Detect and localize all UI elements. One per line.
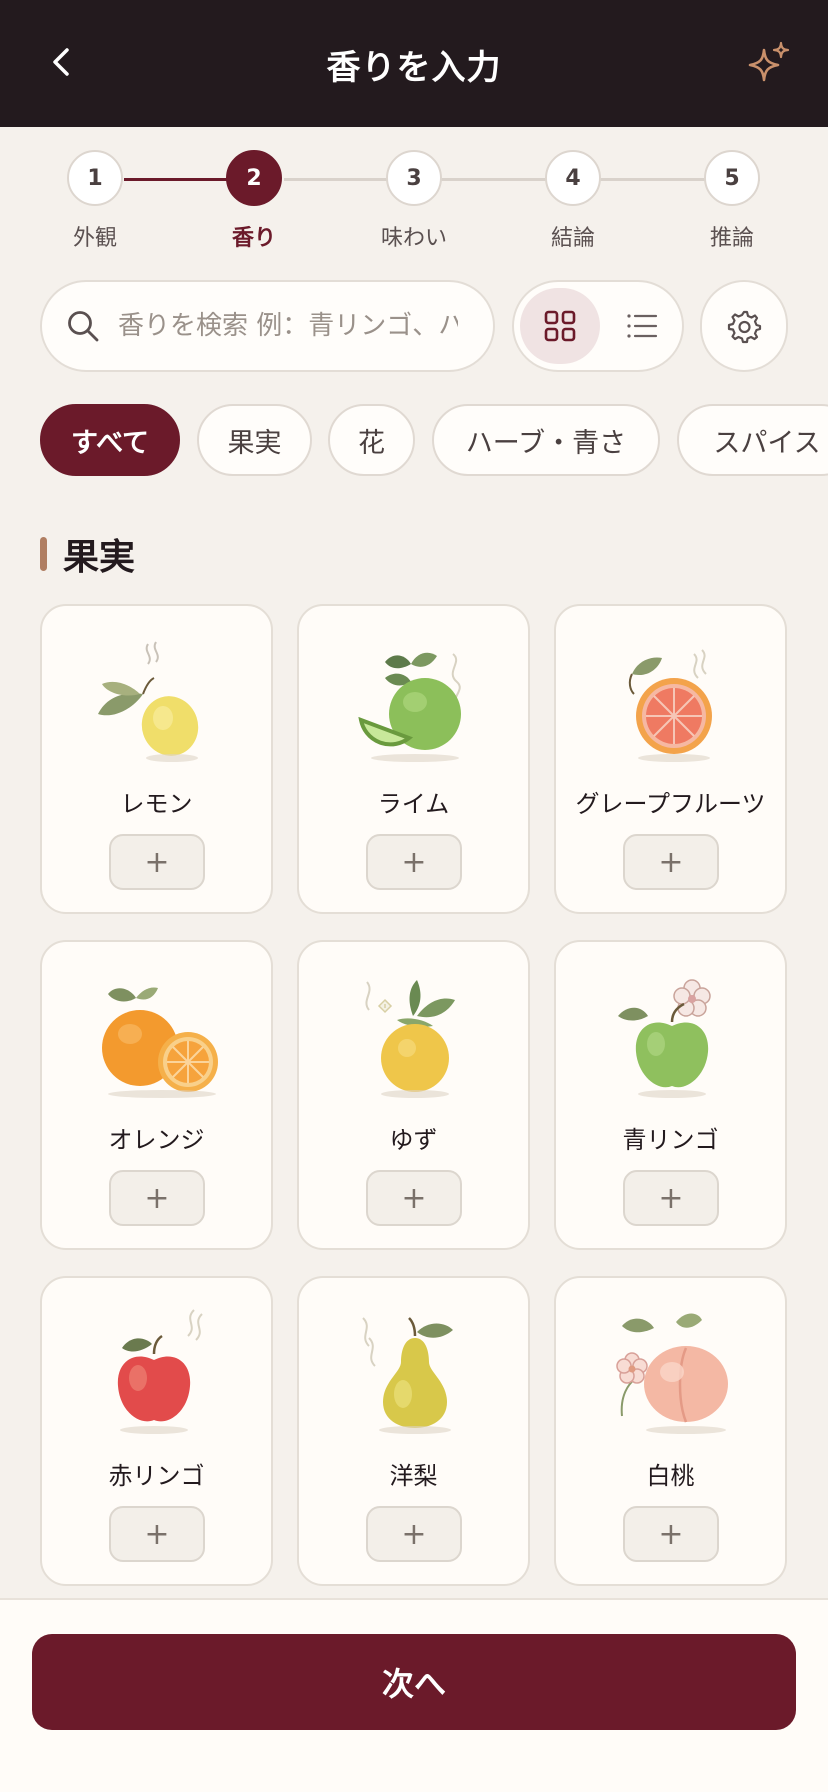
progress-stepper: 1 外観 2 香り 3 味わい 4 結論 5 推論 xyxy=(0,150,828,260)
aroma-card-lemon[interactable]: レモン + xyxy=(40,604,273,914)
step-number: 2 xyxy=(226,150,282,206)
white-peach-icon xyxy=(616,1313,728,1434)
lime-icon xyxy=(358,652,461,762)
step-number: 5 xyxy=(704,150,760,206)
section-title: 果実 xyxy=(63,537,136,578)
step-label: 外観 xyxy=(72,226,117,251)
settings-button[interactable] xyxy=(700,280,788,372)
ai-assist-button[interactable] xyxy=(742,38,794,90)
aroma-name: 白桃 xyxy=(646,1462,695,1490)
add-aroma-button[interactable]: + xyxy=(109,834,205,890)
step-label: 香り xyxy=(231,226,276,251)
step-number: 1 xyxy=(67,150,123,206)
step-4[interactable]: 4 結論 xyxy=(513,150,633,252)
yuzu-icon xyxy=(365,980,455,1098)
step-label: 結論 xyxy=(550,226,595,251)
chip-herb[interactable]: ハーブ・青さ xyxy=(432,404,660,476)
bottom-bar: 次へ xyxy=(0,1598,828,1792)
add-aroma-button[interactable]: + xyxy=(623,1506,719,1562)
chip-all[interactable]: すべて xyxy=(40,404,180,476)
chip-fruit[interactable]: 果実 xyxy=(197,404,312,476)
chip-spice[interactable]: スパイス xyxy=(677,404,828,476)
red-apple-icon xyxy=(117,1309,203,1434)
add-aroma-button[interactable]: + xyxy=(366,1506,462,1562)
search-input[interactable] xyxy=(118,311,458,341)
step-number: 3 xyxy=(386,150,442,206)
aroma-name: ゆず xyxy=(389,1126,438,1154)
section-header: 果実 xyxy=(40,530,135,578)
aroma-card-lime[interactable]: ライム + xyxy=(297,604,530,914)
green-apple-icon xyxy=(618,979,711,1098)
step-number: 4 xyxy=(545,150,601,206)
add-aroma-button[interactable]: + xyxy=(366,1170,462,1226)
aroma-card-grapefruit[interactable]: グレープフルーツ + xyxy=(554,604,787,914)
pear-icon xyxy=(362,1317,453,1434)
step-label: 味わい xyxy=(380,226,447,251)
aroma-name: グレープフルーツ xyxy=(575,790,766,818)
aroma-name: 洋梨 xyxy=(389,1462,438,1490)
step-5[interactable]: 5 推論 xyxy=(672,150,792,252)
aroma-card-pear[interactable]: 洋梨 + xyxy=(297,1276,530,1586)
view-toggle xyxy=(512,280,684,372)
sparkle-icon xyxy=(748,41,790,82)
step-1[interactable]: 1 外観 xyxy=(35,150,155,252)
step-label: 推論 xyxy=(709,226,754,251)
gear-icon xyxy=(727,310,762,344)
aroma-name: レモン xyxy=(120,790,193,818)
lemon-icon xyxy=(98,641,199,762)
aroma-name: 赤リンゴ xyxy=(108,1462,205,1490)
add-aroma-button[interactable]: + xyxy=(623,1170,719,1226)
aroma-name: 青リンゴ xyxy=(622,1126,719,1154)
aroma-card-yuzu[interactable]: ゆず + xyxy=(297,940,530,1250)
step-2[interactable]: 2 香り xyxy=(194,150,314,252)
grid-view-button[interactable] xyxy=(520,288,600,364)
next-button[interactable]: 次へ xyxy=(32,1634,796,1730)
aroma-grid: レモン + ライム + グレープフルーツ + オレンジ + ゆず + 青リンゴ … xyxy=(40,604,790,1594)
search-icon xyxy=(68,311,99,342)
grapefruit-icon xyxy=(628,649,712,762)
category-filter: すべて 果実 花 ハーブ・青さ スパイス xyxy=(40,404,828,476)
aroma-card-white-peach[interactable]: 白桃 + xyxy=(554,1276,787,1586)
page-title: 香りを入力 xyxy=(326,48,502,88)
grid-icon xyxy=(544,310,576,342)
add-aroma-button[interactable]: + xyxy=(109,1170,205,1226)
section-accent-bar xyxy=(40,537,47,571)
aroma-name: ライム xyxy=(377,790,450,818)
step-3[interactable]: 3 味わい xyxy=(354,150,474,252)
top-bar: 香りを入力 xyxy=(0,0,828,127)
list-view-button[interactable] xyxy=(606,288,678,364)
orange-icon xyxy=(102,987,218,1098)
aroma-card-green-apple[interactable]: 青リンゴ + xyxy=(554,940,787,1250)
aroma-card-red-apple[interactable]: 赤リンゴ + xyxy=(40,1276,273,1586)
app-root: 香りを入力 1 外観 2 香り 3 味わい 4 結論 5 推論 香りを検索 例：… xyxy=(0,0,828,1792)
aroma-name: オレンジ xyxy=(108,1126,205,1154)
add-aroma-button[interactable]: + xyxy=(623,834,719,890)
list-icon xyxy=(627,314,658,338)
add-aroma-button[interactable]: + xyxy=(109,1506,205,1562)
search-bar[interactable] xyxy=(40,280,495,372)
aroma-card-orange[interactable]: オレンジ + xyxy=(40,940,273,1250)
chip-flower[interactable]: 花 xyxy=(328,404,415,476)
add-aroma-button[interactable]: + xyxy=(366,834,462,890)
